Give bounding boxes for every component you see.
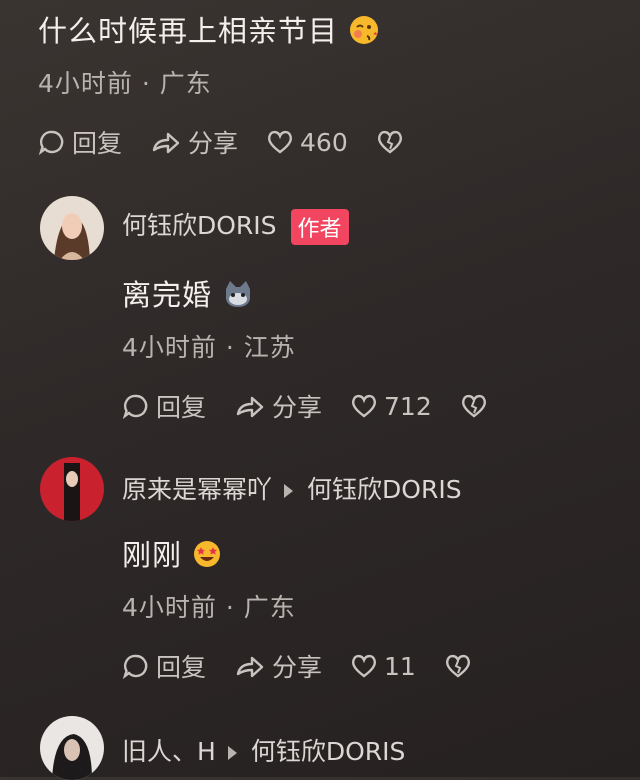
share-arrow-icon: [236, 656, 264, 678]
heart-icon: [352, 394, 377, 418]
reply-button[interactable]: 回复: [122, 388, 206, 424]
chat-bubble-icon: [122, 394, 148, 420]
like-button[interactable]: 712: [350, 392, 432, 421]
reply-1-meta: 4小时前 · 江苏: [122, 333, 296, 362]
avatar[interactable]: [40, 457, 104, 521]
share-button[interactable]: 分享: [234, 648, 322, 684]
reply-button[interactable]: 回复: [38, 124, 122, 160]
reply-1-actions: 回复 分享 712: [122, 388, 522, 424]
reply-arrow-icon: [227, 746, 237, 760]
share-arrow-icon: [236, 396, 264, 418]
reply-1-header: 何钰欣DORIS 作者: [122, 206, 349, 245]
broken-heart-icon: [461, 394, 486, 418]
reply-1-text: 离完婚: [122, 272, 254, 316]
reply-to-name[interactable]: 何钰欣DORIS: [251, 737, 406, 766]
reply-2-meta: 4小时前 · 广东: [122, 593, 296, 622]
author-name[interactable]: 旧人、H: [122, 737, 216, 766]
share-arrow-icon: [152, 132, 180, 154]
blushing-kiss-emoji-icon: [348, 14, 380, 53]
share-button[interactable]: 分享: [150, 124, 238, 160]
broken-heart-icon: [377, 130, 402, 154]
cat-emoji-icon: [222, 279, 254, 316]
reply-button[interactable]: 回复: [122, 648, 206, 684]
reply-2-text: 刚刚: [122, 532, 222, 576]
author-badge: 作者: [290, 209, 349, 245]
comment-text: 什么时候再上相亲节目: [38, 8, 380, 53]
like-button[interactable]: 460: [266, 128, 348, 157]
chat-bubble-icon: [38, 130, 64, 156]
reply-3-header: 旧人、H 何钰欣DORIS: [122, 732, 405, 768]
author-name[interactable]: 原来是幂幂吖: [122, 475, 272, 504]
reply-2-header: 原来是幂幂吖 何钰欣DORIS: [122, 470, 462, 506]
reply-2-actions: 回复 分享 11: [122, 648, 506, 684]
star-struck-emoji-icon: [192, 539, 222, 576]
author-name[interactable]: 何钰欣DORIS: [122, 211, 277, 240]
comment-1-meta: 4小时前 · 广东: [38, 69, 212, 98]
comment-1-actions: 回复 分享 460: [38, 124, 438, 160]
dislike-button[interactable]: [460, 393, 494, 419]
dislike-button[interactable]: [444, 653, 478, 679]
avatar[interactable]: [40, 716, 104, 780]
comment-1: 什么时候再上相亲节目: [38, 8, 380, 53]
reply-to-name[interactable]: 何钰欣DORIS: [307, 475, 462, 504]
dislike-button[interactable]: [376, 129, 410, 155]
like-button[interactable]: 11: [350, 652, 416, 681]
chat-bubble-icon: [122, 654, 148, 680]
heart-icon: [268, 130, 293, 154]
avatar[interactable]: [40, 196, 104, 260]
broken-heart-icon: [445, 654, 470, 678]
heart-icon: [352, 654, 377, 678]
reply-arrow-icon: [284, 484, 294, 498]
share-button[interactable]: 分享: [234, 388, 322, 424]
